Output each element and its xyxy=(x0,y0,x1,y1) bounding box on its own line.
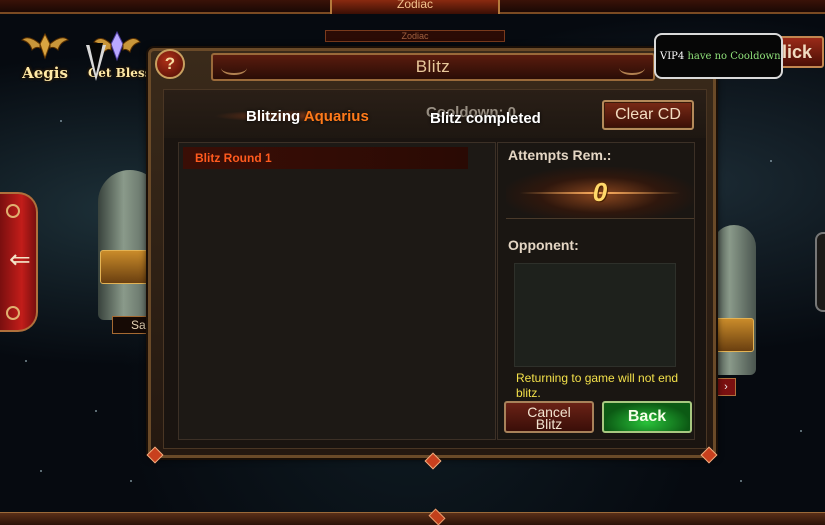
sub-title-strip: Zodiac xyxy=(325,30,505,42)
star xyxy=(60,120,62,122)
blitz-completed-text: Blitz completed xyxy=(430,110,541,127)
arrow-left-icon: ⇐ xyxy=(9,244,31,274)
top-banner: Zodiac xyxy=(0,0,825,14)
log-row-label: Blitz Round 1 xyxy=(195,151,272,165)
star xyxy=(770,160,772,162)
attempts-label: Attempts Rem.: xyxy=(508,147,612,163)
blitz-dialog: Blitz ? Blitzing Aquarius Cooldown: 0 Bl… xyxy=(146,48,718,470)
star xyxy=(25,360,27,362)
left-tower-treasure xyxy=(100,250,152,284)
blitz-info-panel: Attempts Rem.: 0 Opponent: Returning to … xyxy=(497,142,695,440)
attempts-display: 0 xyxy=(506,167,694,219)
star xyxy=(800,430,802,432)
attempts-value: 0 xyxy=(592,177,608,207)
log-row: Blitz Round 1 xyxy=(183,147,468,169)
ornament-icon xyxy=(6,306,20,320)
cancel-label-line2: Blitz xyxy=(535,416,563,432)
previous-sign-button[interactable]: ⇐ xyxy=(0,192,38,332)
dialog-title-bar: Blitz xyxy=(211,53,655,81)
star xyxy=(130,480,132,482)
right-tower-treasure xyxy=(714,318,754,352)
help-button[interactable]: ? xyxy=(155,49,185,79)
tooltip-vip: VIP4 xyxy=(660,51,685,62)
right-tower xyxy=(712,225,756,375)
opponent-portrait xyxy=(514,263,676,367)
vip-tooltip: VIP4 have no Cooldown xyxy=(654,33,783,79)
blitzing-target: Aquarius xyxy=(303,108,369,125)
dialog-content: Blitzing Aquarius Cooldown: 0 Blitz comp… xyxy=(163,89,707,449)
star xyxy=(740,480,742,482)
dialog-title: Blitz xyxy=(415,57,451,76)
tooltip-pointer-inner xyxy=(89,43,103,74)
star xyxy=(95,410,97,412)
banner-title: Zodiac xyxy=(330,0,500,14)
blitz-log-panel: Blitz Round 1 xyxy=(178,142,496,440)
blitzing-prefix: Blitzing xyxy=(246,108,301,125)
return-note: Returning to game will not end blitz. xyxy=(516,371,679,400)
back-button[interactable]: Back xyxy=(602,401,692,433)
ornament-icon xyxy=(619,61,645,75)
clear-cd-button[interactable]: Clear CD xyxy=(602,100,694,130)
ornament-icon xyxy=(6,204,20,218)
aegis-button[interactable]: Aegis xyxy=(14,28,76,83)
winged-shield-icon xyxy=(21,32,69,60)
tooltip-text: VIP4 have no Cooldown xyxy=(660,51,781,62)
tooltip-message: have no Cooldown xyxy=(687,51,781,62)
opponent-label: Opponent: xyxy=(508,237,579,253)
right-small-arrow-icon[interactable]: › xyxy=(716,378,736,396)
blitzing-status: Blitzing Aquarius xyxy=(246,108,369,125)
bottom-border xyxy=(0,512,825,525)
star xyxy=(40,470,42,472)
aegis-label: Aegis xyxy=(22,64,68,82)
blitz-header: Blitzing Aquarius Cooldown: 0 Blitz comp… xyxy=(164,90,706,138)
right-edge-tab[interactable] xyxy=(815,232,825,312)
cancel-blitz-button[interactable]: Cancel Blitz xyxy=(504,401,594,433)
